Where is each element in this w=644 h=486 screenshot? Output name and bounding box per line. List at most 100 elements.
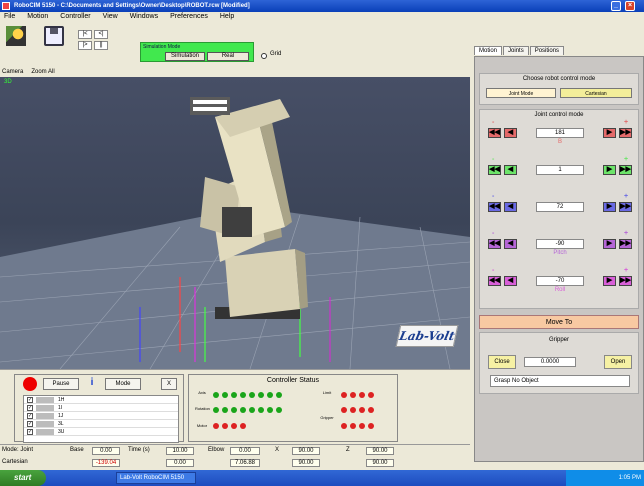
mode-box: Simulation Mode Simulation Real <box>140 42 254 62</box>
fast-increase-button[interactable]: ▶▶ <box>619 202 632 212</box>
gripper-section: Gripper Close 0.0000 Open Grasp No Objec… <box>479 332 639 394</box>
save-icon[interactable] <box>44 26 64 46</box>
checkbox-icon[interactable]: ✓ <box>27 420 33 427</box>
start-button[interactable]: start <box>0 470 46 486</box>
increase-button[interactable]: ▶ <box>603 165 616 175</box>
joint-mode-button[interactable]: Joint Mode <box>486 88 556 98</box>
x-label: X <box>275 447 280 453</box>
status-led-icon <box>368 423 374 429</box>
elbow-label: Elbow <box>208 447 225 453</box>
checkbox-icon[interactable]: ✓ <box>27 396 33 403</box>
status-led-icon <box>240 392 246 398</box>
fast-increase-button[interactable]: ▶▶ <box>619 165 632 175</box>
controller-status-title: Controller Status <box>266 377 320 384</box>
axis-value[interactable]: -70 <box>536 276 584 286</box>
app-window: RoboCIM 5150 - C:\Documents and Settings… <box>0 0 644 470</box>
decrease-button[interactable]: ◀ <box>504 239 517 249</box>
axis-value[interactable]: -90 <box>536 239 584 249</box>
3d-viewport[interactable]: 3D Lab-Volt <box>0 77 470 369</box>
cartesian-mode-button[interactable]: Cartesian <box>560 88 632 98</box>
menu-view[interactable]: View <box>103 12 118 22</box>
step-first-button[interactable]: |< <box>78 30 92 39</box>
fast-decrease-button[interactable]: ◀◀ <box>488 128 501 138</box>
status-led-icon <box>350 392 356 398</box>
record-icon[interactable] <box>23 377 37 391</box>
fast-increase-button[interactable]: ▶▶ <box>619 276 632 286</box>
axis-value[interactable]: 181 <box>536 128 584 138</box>
tab-motion[interactable]: Motion <box>474 46 503 55</box>
window-title: RoboCIM 5150 - C:\Documents and Settings… <box>14 3 250 9</box>
info-icon[interactable]: i <box>85 378 99 390</box>
menu-windows[interactable]: Windows <box>130 12 158 22</box>
close-list-button[interactable]: X <box>161 378 177 390</box>
mode-button[interactable]: Mode <box>105 378 141 390</box>
z-value: 90.00 <box>366 447 394 455</box>
gripper-value[interactable]: 0.0000 <box>524 357 576 367</box>
list-item[interactable]: ✓ 3U <box>24 428 178 436</box>
point-list[interactable]: ✓ 1H ✓ 1I ✓ 1J ✓ 3L ✓ 3U <box>23 395 179 443</box>
axis-label: Pitch <box>553 250 567 256</box>
menu-help[interactable]: Help <box>220 12 234 22</box>
real-button[interactable]: Real <box>207 52 249 61</box>
fast-increase-button[interactable]: ▶▶ <box>619 128 632 138</box>
status-led-icon <box>359 407 365 413</box>
minimize-button[interactable]: _ <box>611 1 621 11</box>
time-label: Time (s) <box>128 447 150 453</box>
axis-value[interactable]: 1 <box>536 165 584 175</box>
checkbox-icon[interactable]: ✓ <box>27 412 33 419</box>
list-item-bar <box>36 404 54 411</box>
increase-button[interactable]: ▶ <box>603 239 616 249</box>
control-mode-section: Choose robot control mode Joint Mode Car… <box>479 73 639 105</box>
pause-button[interactable]: Pause <box>43 378 79 390</box>
tab-joints[interactable]: Joints <box>503 46 529 55</box>
fast-decrease-button[interactable]: ◀◀ <box>488 239 501 249</box>
list-item-bar <box>36 396 54 403</box>
controller-status-panel: Controller Status Axis Rotation Motor Li… <box>188 374 398 442</box>
decrease-button[interactable]: ◀ <box>504 128 517 138</box>
pause-step-button[interactable]: || <box>94 41 108 50</box>
checkbox-icon[interactable]: ✓ <box>27 404 33 411</box>
axis-value[interactable]: 72 <box>536 202 584 212</box>
menu-preferences[interactable]: Preferences <box>170 12 208 22</box>
gripper-close-button[interactable]: Close <box>488 355 516 369</box>
taskbar-item-robocim[interactable]: Lab-Volt RoboCIM 5150 <box>116 472 196 484</box>
list-item[interactable]: ✓ 1H <box>24 396 178 404</box>
grasp-object-field[interactable]: Grasp No Object <box>490 375 630 387</box>
move-to-button[interactable]: Move To <box>479 315 639 329</box>
status-led-icon <box>240 423 246 429</box>
status-led-icon <box>368 407 374 413</box>
close-window-button[interactable]: × <box>625 1 635 11</box>
menu-controller[interactable]: Controller <box>60 12 90 22</box>
fast-decrease-button[interactable]: ◀◀ <box>488 165 501 175</box>
field4-value: 7.06.88 <box>230 459 260 467</box>
status-led-icon <box>276 392 282 398</box>
step-back-button[interactable]: <| <box>94 30 108 39</box>
grid-radio[interactable] <box>261 53 267 59</box>
increase-button[interactable]: ▶ <box>603 128 616 138</box>
decrease-button[interactable]: ◀ <box>504 165 517 175</box>
tab-zoom-all[interactable]: Zoom All <box>31 68 54 77</box>
decrease-button[interactable]: ◀ <box>504 202 517 212</box>
fast-decrease-button[interactable]: ◀◀ <box>488 276 501 286</box>
list-item[interactable]: ✓ 1I <box>24 404 178 412</box>
decrease-button[interactable]: ◀ <box>504 276 517 286</box>
simulation-button[interactable]: Simulation <box>165 52 205 61</box>
tab-positions[interactable]: Positions <box>529 46 565 55</box>
tab-camera[interactable]: Camera <box>2 68 23 77</box>
status-row-label: Motor <box>196 423 208 428</box>
list-item[interactable]: ✓ 1J <box>24 412 178 420</box>
x-value: 90.00 <box>292 447 320 455</box>
fast-decrease-button[interactable]: ◀◀ <box>488 202 501 212</box>
fast-increase-button[interactable]: ▶▶ <box>619 239 632 249</box>
increase-button[interactable]: ▶ <box>603 276 616 286</box>
menu-file[interactable]: File <box>4 12 15 22</box>
gripper-open-button[interactable]: Open <box>604 355 632 369</box>
title-bar: RoboCIM 5150 - C:\Documents and Settings… <box>0 0 644 12</box>
list-item[interactable]: ✓ 3L <box>24 420 178 428</box>
menu-motion[interactable]: Motion <box>27 12 48 22</box>
camera-icon[interactable] <box>6 26 26 46</box>
step-forward-button[interactable]: |> <box>78 41 92 50</box>
checkbox-icon[interactable]: ✓ <box>27 428 33 435</box>
status-led-icon <box>359 392 365 398</box>
increase-button[interactable]: ▶ <box>603 202 616 212</box>
